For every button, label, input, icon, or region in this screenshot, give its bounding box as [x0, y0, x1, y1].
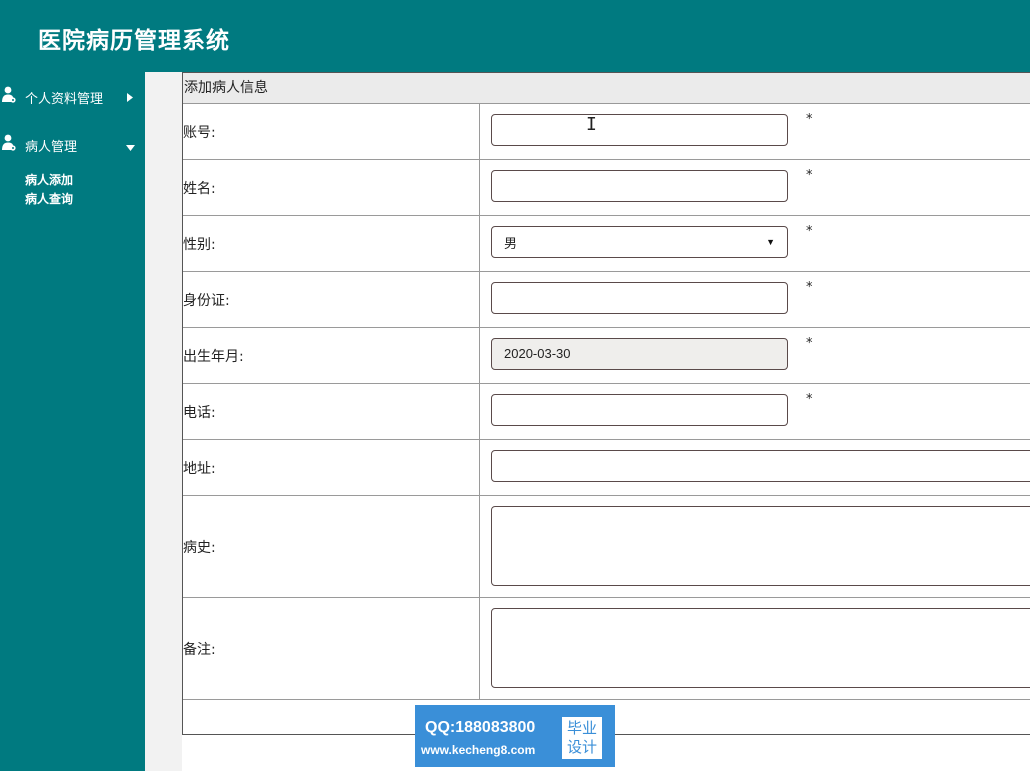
watermark-url: www.kecheng8.com: [421, 743, 536, 757]
user-gear-icon: [2, 86, 16, 103]
user-gear-icon: [2, 134, 16, 151]
form-row-id-card: 身份证: *: [183, 272, 1030, 328]
medical-history-label: 病史:: [183, 496, 480, 597]
required-mark: *: [806, 224, 813, 239]
chevron-right-icon: [127, 91, 133, 106]
birth-date-label: 出生年月:: [183, 328, 480, 383]
name-input[interactable]: [491, 170, 788, 202]
required-mark: *: [806, 392, 813, 407]
watermark-badge: QQ:188083800 www.kecheng8.com 毕业 设计: [415, 705, 615, 767]
account-label: 账号:: [183, 104, 480, 159]
address-label: 地址:: [183, 440, 480, 495]
watermark-logo: 毕业 设计: [562, 717, 602, 759]
sidebar: 个人资料管理 病人管理 病人添加 病人查询: [0, 72, 145, 771]
form-row-remarks: 备注:: [183, 598, 1030, 700]
medical-history-textarea[interactable]: [491, 506, 1030, 586]
birth-date-input[interactable]: 2020-03-30: [491, 338, 788, 370]
name-label: 姓名:: [183, 160, 480, 215]
form-row-name: 姓名: *: [183, 160, 1030, 216]
form-row-address: 地址:: [183, 440, 1030, 496]
text-cursor-icon: I: [586, 114, 597, 135]
remarks-textarea[interactable]: [491, 608, 1030, 688]
phone-label: 电话:: [183, 384, 480, 439]
content-gutter: [145, 72, 182, 771]
chevron-down-icon: [126, 140, 135, 155]
id-card-label: 身份证:: [183, 272, 480, 327]
watermark-qq: QQ:188083800: [425, 719, 536, 736]
required-mark: *: [806, 336, 813, 351]
menu-label: 病人管理: [25, 140, 78, 155]
add-patient-form: 添加病人信息 账号: I * 姓名: * 性别: 男 ▼ * 身份证: * 出生…: [182, 72, 1030, 736]
id-card-input[interactable]: [491, 282, 788, 314]
address-input[interactable]: [491, 450, 1030, 482]
submenu-query-patient[interactable]: 病人查询: [25, 190, 73, 207]
app-header: 医院病历管理系统: [0, 0, 1030, 72]
dropdown-arrow-icon: ▼: [766, 237, 775, 247]
app-title: 医院病历管理系统: [38, 27, 230, 54]
menu-personal-info[interactable]: 个人资料管理: [0, 84, 145, 110]
gender-select[interactable]: 男 ▼: [491, 226, 788, 258]
remarks-label: 备注:: [183, 598, 480, 699]
watermark-badge-line1: 毕业: [566, 719, 597, 737]
required-mark: *: [806, 168, 813, 183]
menu-label: 个人资料管理: [25, 92, 104, 107]
form-row-medical-history: 病史:: [183, 496, 1030, 598]
gender-selected-value: 男: [504, 235, 518, 251]
form-heading: 添加病人信息: [183, 73, 1030, 104]
form-row-account: 账号: I *: [183, 104, 1030, 160]
required-mark: *: [806, 280, 813, 295]
gender-label: 性别:: [183, 216, 480, 271]
required-mark: *: [806, 112, 813, 127]
account-input[interactable]: [491, 114, 788, 146]
menu-patient-management[interactable]: 病人管理: [0, 132, 145, 158]
submenu-add-patient[interactable]: 病人添加: [25, 171, 73, 188]
phone-input[interactable]: [491, 394, 788, 426]
watermark-badge-line2: 设计: [566, 738, 597, 756]
form-row-birth-date: 出生年月: 2020-03-30 *: [183, 328, 1030, 384]
form-row-gender: 性别: 男 ▼ *: [183, 216, 1030, 272]
form-row-phone: 电话: *: [183, 384, 1030, 440]
